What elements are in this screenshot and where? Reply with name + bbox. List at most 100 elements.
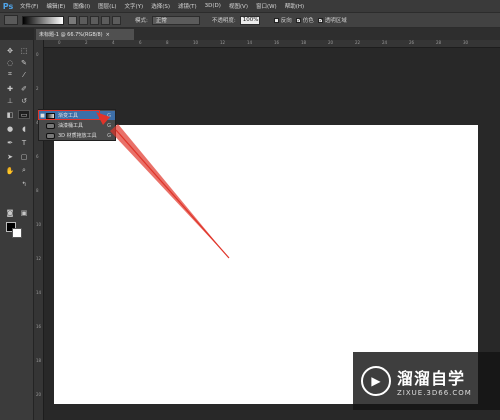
mode-select[interactable]: 正常 [151,15,200,25]
play-logo-icon: ▶ [361,366,391,396]
ruler-tick-label: 10 [36,222,42,227]
radial-gradient-button[interactable] [79,15,88,25]
blur-tool-icon[interactable]: ● [4,124,16,133]
watermark-title: 溜溜自学 [397,369,466,388]
photoshop-window: Ps 文件(F) 编辑(E) 图像(I) 图层(L) 文字(Y) 选择(S) 滤… [0,0,500,420]
document-tab-close-icon[interactable]: × [106,32,110,38]
flyout-item-3d-material-drop-tool[interactable]: 3D 材质拖放工具 G [39,131,115,140]
clone-stamp-tool-icon[interactable]: ⊥ [4,96,16,105]
flyout-item-label: 3D 材质拖放工具 [58,133,97,139]
ruler-tick-label: 26 [409,40,415,45]
flyout-item-shortcut: G [107,122,111,129]
eraser-tool-icon[interactable]: ◧ [4,110,16,119]
lasso-tool-icon[interactable]: ◌ [4,58,16,67]
dither-label: 仿色 [302,18,314,24]
watermark-subtitle: ZIXUE.3D66.COM [397,389,472,397]
ruler-tick-label: 4 [112,40,115,45]
dodge-tool-icon[interactable]: ◖ [18,124,30,133]
flyout-item-shortcut: G [107,112,111,119]
document-tab-bar: 未标题-1 @ 66.7%(RGB/8) × [34,28,500,40]
ruler-tick-label: 28 [436,40,442,45]
menu-layer[interactable]: 图层(L) [94,2,120,10]
eyedropper-tool-icon[interactable]: ⁄ [18,70,30,79]
vertical-ruler: 02468101214161820 [34,40,44,420]
history-brush-tool-icon[interactable]: ↺ [18,96,30,105]
background-color-swatch[interactable] [12,228,22,238]
menu-select[interactable]: 选择(S) [147,2,174,10]
move-tool-icon[interactable]: ✥ [4,46,16,55]
ruler-tick-label: 6 [139,40,142,45]
ruler-tick-label: 0 [36,52,39,57]
menu-type[interactable]: 文字(Y) [121,2,148,10]
options-bar: 模式: 正常 不透明度: 100% 反向 ✓ 仿色 ✓ 透明区域 [0,12,500,28]
ruler-tick-label: 22 [355,40,361,45]
zoom-tool-icon[interactable]: ⌕ [18,166,30,175]
reverse-checkbox[interactable]: 反向 [273,16,292,24]
menu-edit[interactable]: 编辑(E) [42,2,69,10]
hand-tool-icon[interactable]: ✋ [4,166,16,175]
flyout-item-paint-bucket-tool[interactable]: 油漆桶工具 G [39,121,115,130]
menu-view[interactable]: 视图(V) [225,2,252,10]
angle-gradient-button[interactable] [90,15,99,25]
menu-file[interactable]: 文件(F) [16,2,42,10]
marquee-tool-icon[interactable]: ⬚ [18,46,30,55]
3d-material-drop-tool-small-icon [46,132,55,139]
ruler-tick-label: 16 [274,40,280,45]
ruler-tick-label: 8 [36,188,39,193]
flyout-item-shortcut: G [107,132,111,139]
opacity-input[interactable]: 100% [239,15,260,25]
ruler-tick-label: 20 [36,392,42,397]
menu-image[interactable]: 图像(I) [69,2,94,10]
ruler-tick-label: 30 [463,40,469,45]
path-select-tool-icon[interactable]: ➤ [4,152,16,161]
swap-colors-icon[interactable]: ↰ [20,180,28,188]
transparency-label: 透明区域 [324,18,347,24]
ruler-tick-label: 2 [85,40,88,45]
ruler-tick-label: 20 [328,40,334,45]
shape-tool-icon[interactable]: ▢ [18,152,30,161]
gradient-swatch[interactable] [22,15,64,25]
annotation-highlight-box [38,110,100,120]
diamond-gradient-button[interactable] [112,15,121,25]
flyout-item-label: 油漆桶工具 [58,123,84,129]
brush-tool-icon[interactable]: ✐ [18,84,30,93]
watermark: ▶ 溜溜自学 ZIXUE.3D66.COM [353,352,500,410]
gradient-tool-icon[interactable]: ▭ [18,110,30,119]
tool-preset-picker[interactable] [4,15,18,25]
type-tool-icon[interactable]: T [18,138,30,147]
horizontal-ruler: 0 2 4 6 8 10 12 14 16 18 20 22 24 26 28 30 [44,40,500,48]
paint-bucket-tool-small-icon [46,122,55,129]
screen-mode-icon[interactable]: ▣ [18,208,30,217]
menu-help[interactable]: 帮助(H) [281,2,308,10]
app-logo: Ps [2,1,14,11]
quick-mask-icon[interactable]: ◙ [4,208,16,217]
ruler-tick-label: 14 [247,40,253,45]
linear-gradient-button[interactable] [68,15,77,25]
ruler-tick-label: 12 [220,40,226,45]
document-tab[interactable]: 未标题-1 @ 66.7%(RGB/8) × [36,29,134,40]
dither-checkbox-box[interactable]: ✓ [295,17,301,23]
quick-select-tool-icon[interactable]: ✎ [18,58,30,67]
ruler-tick-label: 18 [36,358,42,363]
ruler-tick-label: 14 [36,290,42,295]
ruler-tick-label: 10 [193,40,199,45]
ruler-tick-label: 16 [36,324,42,329]
menu-3d[interactable]: 3D(D) [201,3,225,9]
gradient-type-group [68,15,121,25]
menu-filter[interactable]: 滤镜(T) [174,2,201,10]
crop-tool-icon[interactable]: ⌗ [4,70,16,79]
reverse-checkbox-box[interactable] [273,17,279,23]
transparency-checkbox-box[interactable]: ✓ [317,17,323,23]
pen-tool-icon[interactable]: ✒ [4,138,16,147]
reverse-label: 反向 [280,18,292,24]
menu-window[interactable]: 窗口(W) [252,2,281,10]
ruler-tick-label: 24 [382,40,388,45]
dither-checkbox[interactable]: ✓ 仿色 [295,16,314,24]
transparency-checkbox[interactable]: ✓ 透明区域 [317,16,347,24]
ruler-tick-label: 0 [58,40,61,45]
healing-brush-tool-icon[interactable]: ✚ [4,84,16,93]
ruler-tick-label: 18 [301,40,307,45]
ruler-tick-label: 8 [166,40,169,45]
opacity-label: 不透明度: [211,18,236,24]
reflected-gradient-button[interactable] [101,15,110,25]
